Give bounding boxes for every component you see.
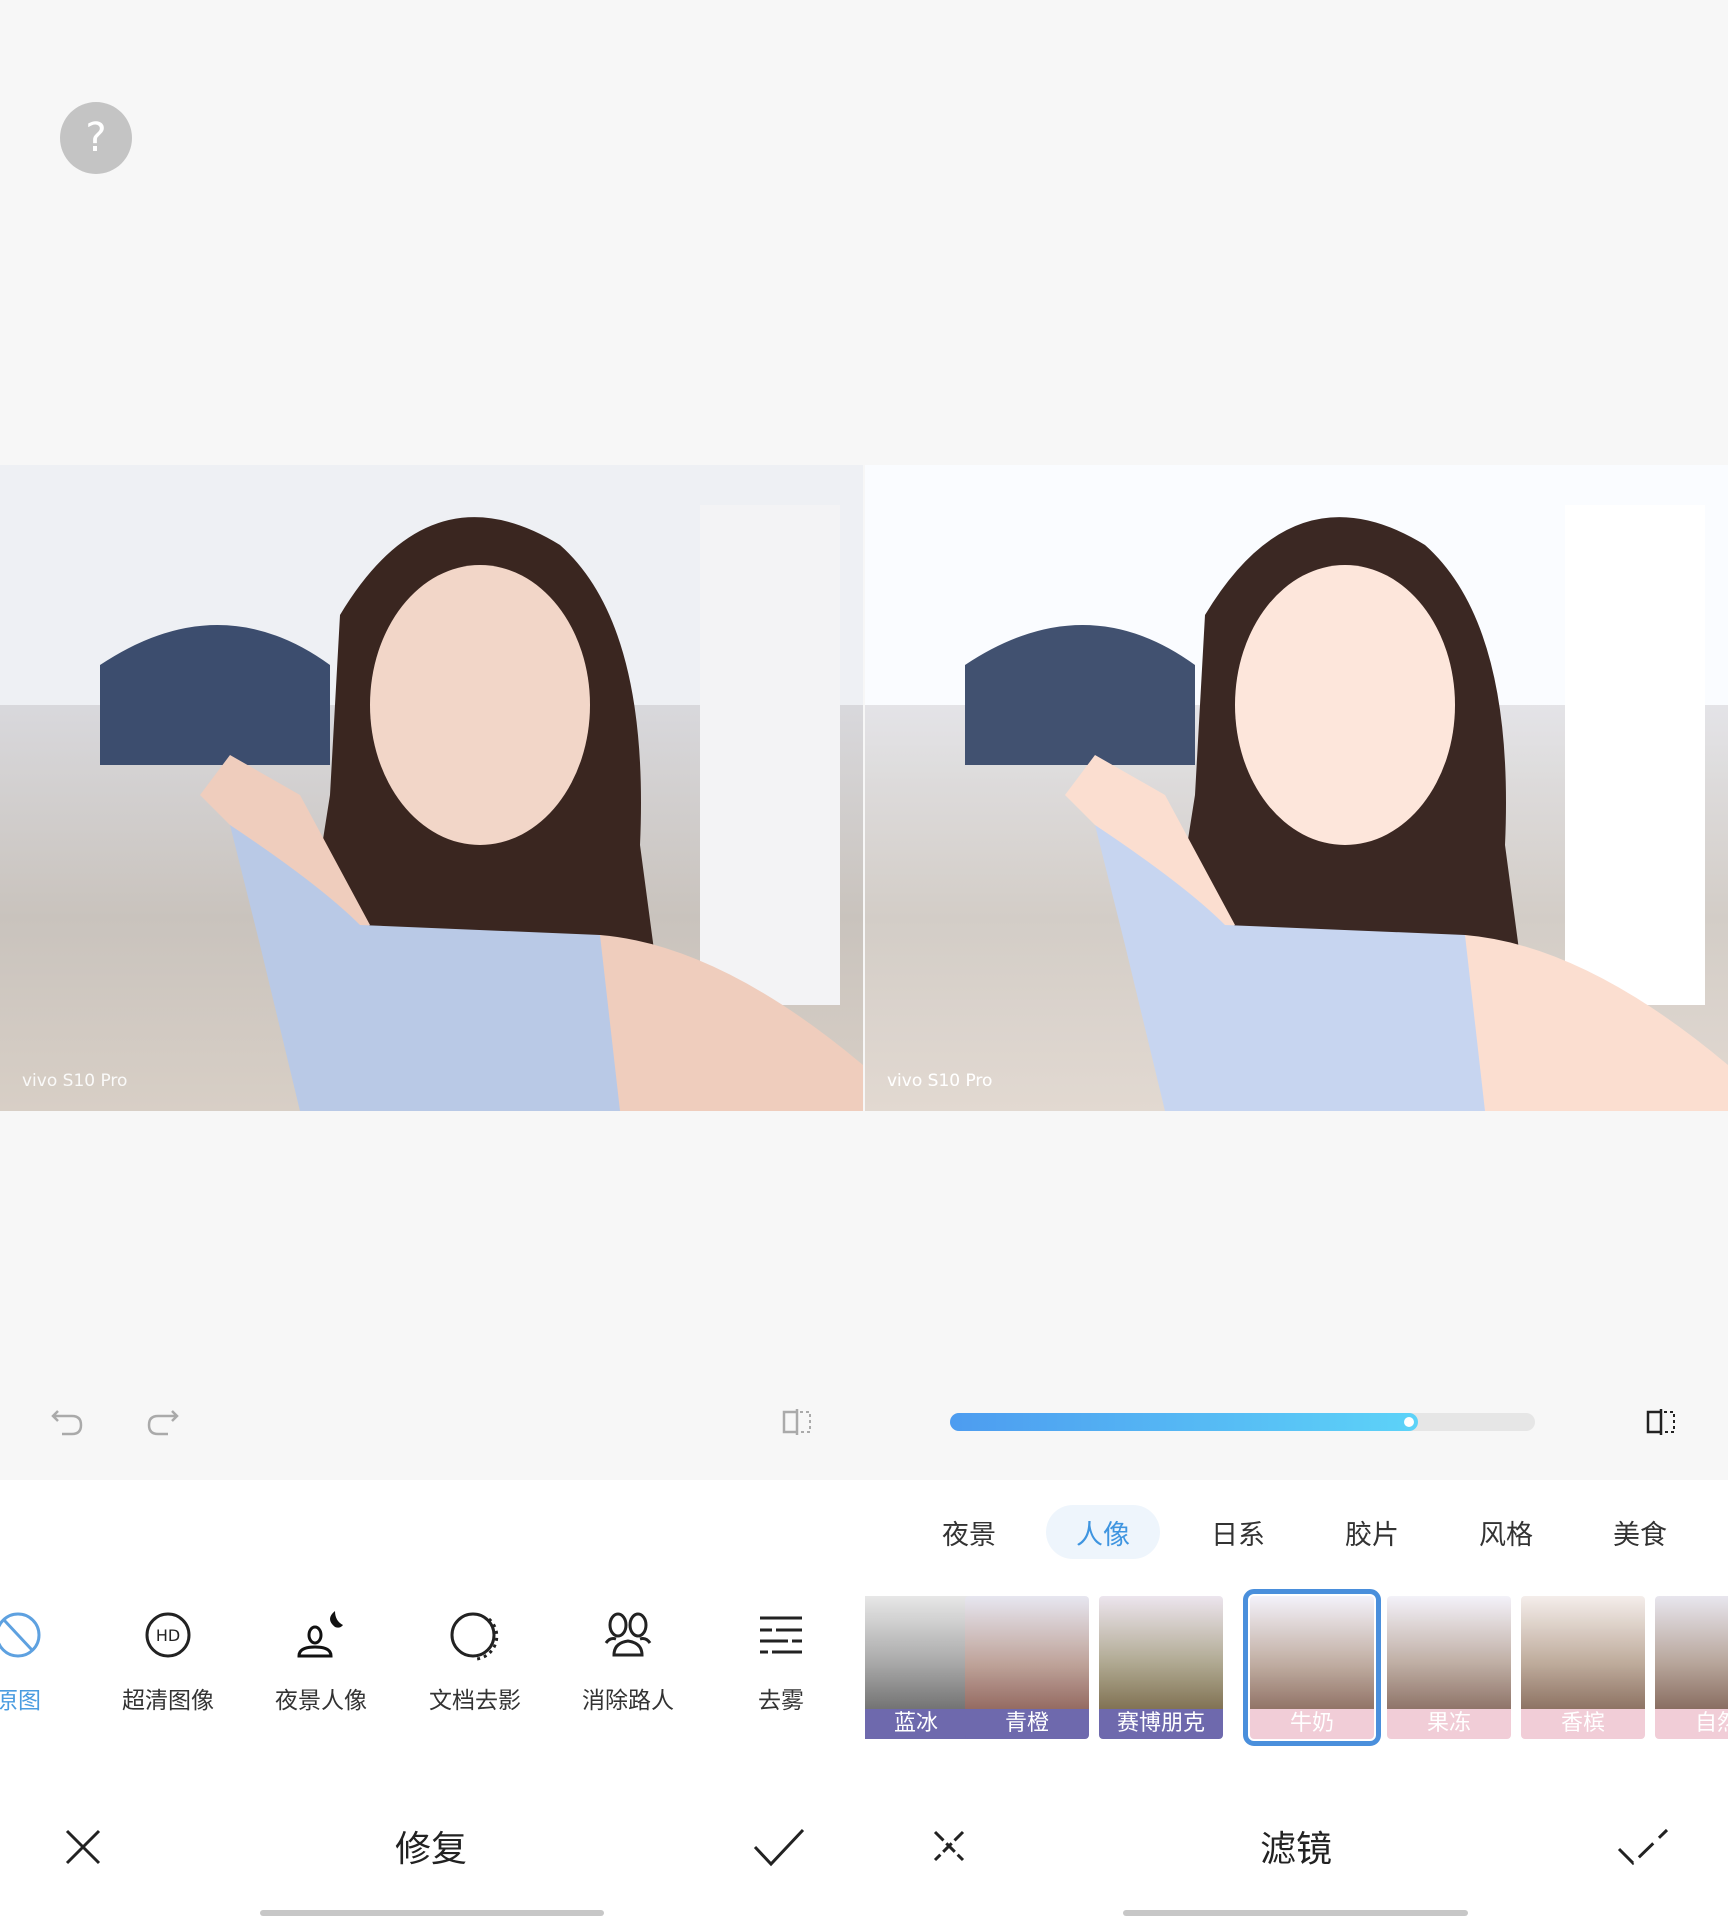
home-indicator[interactable] [1123, 1910, 1468, 1916]
night-portrait-icon [297, 1611, 343, 1658]
filter-label: 果冻 [1387, 1709, 1511, 1739]
cancel-button[interactable] [60, 1824, 106, 1870]
filter-thumbnail[interactable]: 牛奶 [1243, 1589, 1381, 1746]
filter-label: 蓝冰 [865, 1709, 978, 1739]
tool-original[interactable]: 原图 [0, 1605, 88, 1715]
tool-dehaze[interactable]: 去雾 [711, 1605, 851, 1715]
filter-preview-image [1387, 1596, 1511, 1709]
filter-label: 香槟 [1521, 1709, 1645, 1739]
remove-people-icon [604, 1612, 652, 1657]
filter-preview-image [865, 1596, 978, 1709]
filter-thumbnail[interactable]: 蓝冰 [865, 1596, 978, 1739]
tool-remove-people[interactable]: 消除路人 [558, 1605, 698, 1715]
filter-preview-image [1250, 1596, 1374, 1709]
filter-thumbnail[interactable]: 自然 [1655, 1596, 1728, 1739]
confirm-button[interactable] [1616, 1824, 1670, 1870]
close-icon [933, 1830, 965, 1862]
svg-text:HD: HD [156, 1626, 180, 1645]
filter-label: 赛博朋克 [1099, 1709, 1223, 1739]
tool-hd[interactable]: HD 超清图像 [98, 1605, 238, 1715]
panel-title: 滤镜 [1259, 1829, 1332, 1870]
filter-preview-image [1655, 1596, 1728, 1709]
filter-thumbnail[interactable]: 果冻 [1387, 1596, 1511, 1739]
filter-preview-image [1521, 1596, 1645, 1709]
tool-label: 原图 [0, 1688, 41, 1714]
check-icon [753, 1828, 805, 1867]
filter-thumbnail[interactable]: 赛博朋克 [1099, 1596, 1223, 1739]
document-shadow-icon [450, 1612, 499, 1661]
filter-list: 蓝冰 青橙 赛博朋克 牛奶 果冻 香槟 自然 [865, 0, 1728, 1920]
tool-document-shadow[interactable]: 文档去影 [405, 1605, 545, 1715]
home-indicator[interactable] [260, 1910, 604, 1916]
tool-label: 夜景人像 [275, 1688, 367, 1714]
tool-label: 超清图像 [122, 1688, 214, 1714]
original-icon [0, 1612, 41, 1658]
filter-preview-image [1099, 1596, 1223, 1709]
filter-label: 牛奶 [1250, 1709, 1374, 1739]
dehaze-icon [760, 1616, 802, 1654]
tool-label: 消除路人 [582, 1688, 674, 1714]
filter-label: 青橙 [965, 1709, 1089, 1739]
tool-night-portrait[interactable]: 夜景人像 [251, 1605, 391, 1715]
filter-label: 自然 [1655, 1709, 1728, 1739]
filter-thumbnail[interactable]: 青橙 [965, 1596, 1089, 1739]
panel-title: 修复 [394, 1829, 467, 1870]
tool-label: 去雾 [758, 1688, 804, 1714]
filter-thumbnail[interactable]: 香槟 [1521, 1596, 1645, 1739]
tool-label: 文档去影 [429, 1688, 521, 1714]
close-icon [65, 1829, 101, 1865]
cancel-button[interactable] [929, 1826, 969, 1866]
check-icon [1617, 1828, 1669, 1866]
confirm-button[interactable] [752, 1822, 806, 1872]
filter-preview-image [965, 1596, 1089, 1709]
hd-icon: HD [145, 1612, 191, 1658]
